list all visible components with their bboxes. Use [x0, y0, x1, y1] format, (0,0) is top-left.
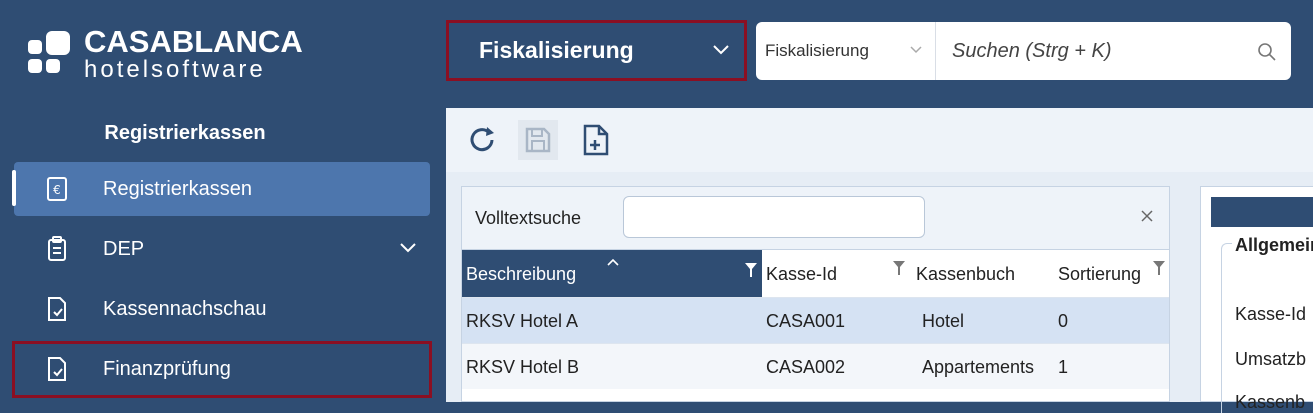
- filter-icon[interactable]: [744, 262, 758, 278]
- global-search: Fiskalisierung: [756, 22, 1291, 80]
- svg-text:€: €: [53, 183, 61, 197]
- sort-ascending-icon: [607, 258, 619, 266]
- sidebar: CASABLANCA hotelsoftware Registrierkasse…: [0, 0, 446, 402]
- cell-kassenbuch: Hotel: [922, 311, 965, 331]
- column-header-sortierung[interactable]: Sortierung: [1058, 250, 1169, 298]
- brand-logo[interactable]: CASABLANCA hotelsoftware: [28, 26, 303, 82]
- search-scope-value: Fiskalisierung: [765, 41, 869, 60]
- detail-panel: Allgemein Kasse-Id Umsatzb Kassenb: [1200, 186, 1313, 413]
- highlight-finanzpruefung: [12, 341, 432, 398]
- search-icon[interactable]: [1257, 42, 1277, 62]
- detail-section-title: Allgemein: [1232, 235, 1313, 256]
- search-scope-select[interactable]: Fiskalisierung: [756, 22, 936, 80]
- fulltext-search-label: Volltextsuche: [475, 208, 582, 228]
- detail-header: [1211, 197, 1313, 227]
- save-icon: [525, 127, 551, 153]
- table-row[interactable]: RKSV Hotel A CASA001 Hotel 0: [462, 297, 1169, 343]
- brand-tagline: hotelsoftware: [84, 56, 266, 83]
- column-header-label: Sortierung: [1058, 263, 1142, 284]
- filter-row: Volltextsuche: [462, 187, 1169, 249]
- column-header-beschreibung[interactable]: Beschreibung: [462, 250, 762, 298]
- refresh-button[interactable]: [462, 120, 502, 160]
- cell-kasse-id: CASA001: [766, 311, 846, 331]
- cell-beschreibung: RKSV Hotel A: [466, 311, 579, 331]
- toolbar: [446, 108, 1313, 172]
- cell-kasse-id: CASA002: [766, 357, 846, 377]
- brand-name: CASABLANCA: [84, 24, 303, 59]
- logo-mark-icon: [28, 29, 74, 79]
- sidebar-title: Registrierkassen: [104, 122, 266, 144]
- sidebar-item-label: Registrierkassen: [103, 177, 252, 200]
- cell-kassenbuch: Appartements: [922, 357, 1035, 377]
- sidebar-item-label: DEP: [103, 237, 145, 260]
- detail-label-kassenb: Kassenb: [1235, 392, 1306, 412]
- clipboard-list-icon: [48, 236, 66, 261]
- column-header-label: Beschreibung: [466, 263, 577, 284]
- column-header-kasse-id[interactable]: Kasse-Id: [766, 250, 916, 298]
- sidebar-item-dep[interactable]: DEP: [14, 222, 430, 276]
- column-header-kassenbuch[interactable]: Kassenbuch: [916, 250, 1056, 298]
- column-header-label: Kasse-Id: [766, 263, 838, 284]
- filter-icon[interactable]: [892, 260, 906, 276]
- filter-icon[interactable]: [1152, 260, 1166, 276]
- fulltext-search-input[interactable]: [623, 196, 925, 238]
- refresh-icon: [470, 127, 494, 152]
- close-icon[interactable]: [1139, 208, 1155, 224]
- chevron-down-icon[interactable]: [398, 238, 418, 258]
- new-document-icon: [583, 124, 609, 156]
- cell-beschreibung: RKSV Hotel B: [466, 357, 580, 377]
- data-grid: Volltextsuche Beschreibung Kasse-Id Kass…: [461, 186, 1170, 402]
- sidebar-item-kassennachschau[interactable]: Kassennachschau: [14, 282, 430, 336]
- chevron-down-icon: [910, 46, 922, 54]
- cell-sortierung: 0: [1058, 311, 1069, 331]
- grid-header: Beschreibung Kasse-Id Kassenbuch Sortier…: [462, 249, 1169, 298]
- save-button[interactable]: [518, 120, 558, 160]
- detail-label-kasse-id: Kasse-Id: [1235, 304, 1307, 324]
- new-button[interactable]: [576, 120, 616, 160]
- content-area: Volltextsuche Beschreibung Kasse-Id Kass…: [446, 108, 1313, 413]
- search-input[interactable]: [938, 22, 1248, 80]
- highlight-module-select: [446, 20, 747, 81]
- detail-fieldset: [1221, 243, 1313, 413]
- column-header-label: Kassenbuch: [916, 263, 1016, 284]
- active-indicator: [12, 170, 16, 206]
- detail-label-umsatzb: Umsatzb: [1235, 349, 1307, 369]
- sidebar-item-label: Kassennachschau: [103, 297, 267, 320]
- table-row[interactable]: RKSV Hotel B CASA002 Appartements 1: [462, 343, 1169, 389]
- document-check-icon: [48, 297, 66, 321]
- euro-receipt-icon: €: [47, 177, 67, 201]
- cell-sortierung: 1: [1058, 357, 1069, 377]
- sidebar-item-registrierkassen[interactable]: € Registrierkassen: [14, 162, 430, 216]
